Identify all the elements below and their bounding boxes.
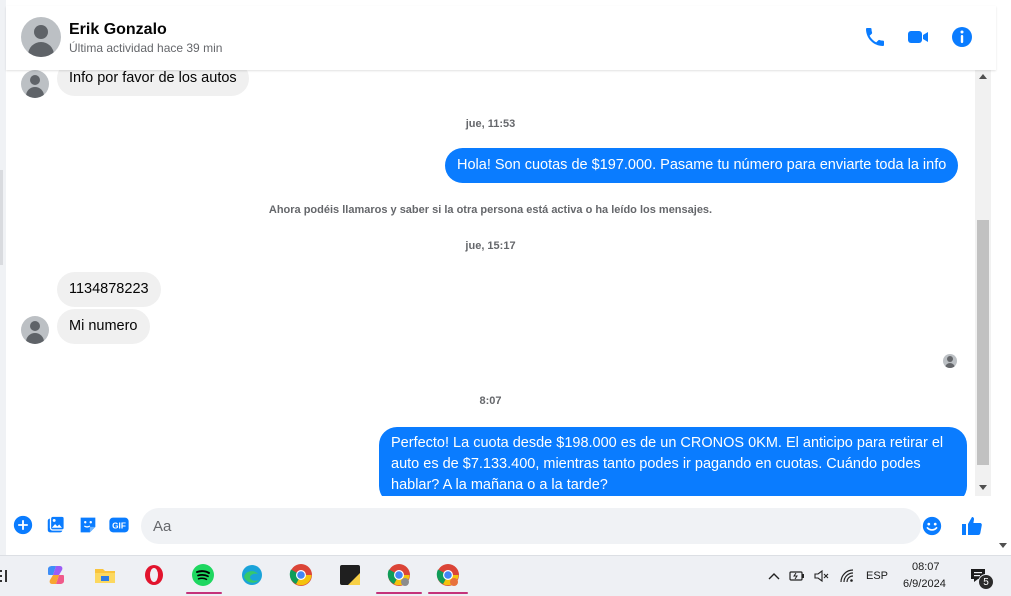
chrome-running-indicator — [376, 592, 422, 594]
seen-indicator-avatar — [943, 354, 957, 368]
timestamp: jue, 15:17 — [465, 240, 516, 252]
message-input[interactable] — [141, 508, 921, 544]
incoming-message[interactable]: 1134878223 — [57, 272, 161, 307]
scroll-up-arrow-icon[interactable] — [979, 74, 987, 79]
page-scrollbar[interactable] — [996, 0, 1011, 555]
scrollbar-thumb[interactable] — [977, 220, 989, 465]
info-icon[interactable] — [950, 25, 974, 49]
sender-avatar[interactable] — [21, 316, 49, 344]
chrome-icon[interactable] — [289, 563, 313, 587]
scroll-down-arrow-icon[interactable] — [979, 485, 987, 490]
messenger-window: Erik Gonzalo Última actividad hace 39 mi… — [0, 0, 1011, 596]
wifi-icon[interactable] — [839, 568, 855, 584]
notification-count-badge: 5 — [978, 574, 994, 590]
opera-browser-icon[interactable] — [142, 563, 166, 587]
spotify-icon[interactable] — [191, 563, 215, 587]
message-scrollbar[interactable] — [975, 70, 991, 496]
contact-avatar[interactable] — [21, 17, 61, 57]
contact-name[interactable]: Erik Gonzalo — [69, 21, 167, 39]
contact-status: Última actividad hace 39 min — [69, 41, 223, 55]
emoji-icon[interactable] — [921, 515, 943, 537]
thumbs-up-like-icon[interactable] — [960, 514, 984, 538]
chrome-2-running-indicator — [428, 592, 468, 594]
clock-time[interactable]: 08:07 — [912, 561, 940, 573]
left-edge-mark — [0, 170, 3, 265]
outgoing-message[interactable]: Perfecto! La cuota desde $198.000 es de … — [379, 427, 967, 496]
sticker-icon[interactable] — [77, 514, 99, 536]
volume-muted-icon[interactable] — [813, 568, 829, 584]
clock-date[interactable]: 6/9/2024 — [903, 578, 946, 590]
page-scroll-down-icon[interactable] — [999, 543, 1007, 548]
outgoing-message[interactable]: Hola! Son cuotas de $197.000. Pasame tu … — [445, 148, 959, 183]
chrome-profile-icon[interactable] — [387, 563, 411, 587]
gif-icon[interactable]: GIF — [108, 514, 130, 536]
show-hidden-icons-chevron-icon[interactable] — [766, 568, 782, 584]
timestamp: 8:07 — [479, 395, 502, 407]
conversation-header: Erik Gonzalo Última actividad hace 39 mi… — [6, 6, 996, 70]
message-list[interactable]: Info por favor de los autos jue, 11:53 H… — [6, 70, 975, 496]
system-notice: Ahora podéis llamaros y saber si la otra… — [268, 204, 713, 216]
chrome-profile-2-icon[interactable] — [436, 563, 460, 587]
task-view-icon[interactable] — [0, 567, 12, 585]
file-explorer-icon[interactable] — [93, 563, 117, 587]
sticky-notes-icon[interactable] — [338, 563, 362, 587]
sender-avatar[interactable] — [21, 70, 49, 98]
incoming-message[interactable]: Info por favor de los autos — [57, 70, 249, 96]
timestamp: jue, 11:53 — [465, 118, 516, 130]
incoming-message[interactable]: Mi numero — [57, 309, 150, 344]
attach-photo-icon[interactable] — [45, 514, 67, 536]
input-language-indicator[interactable]: ESP — [866, 570, 888, 582]
phone-call-icon[interactable] — [863, 25, 887, 49]
battery-icon[interactable] — [789, 568, 805, 584]
edge-browser-icon[interactable] — [240, 563, 264, 587]
spotify-running-indicator — [186, 592, 222, 594]
more-actions-plus-icon[interactable] — [12, 514, 34, 536]
copilot-icon[interactable] — [44, 563, 68, 587]
svg-text:GIF: GIF — [112, 522, 126, 531]
message-composer: GIF — [6, 500, 996, 552]
video-call-icon[interactable] — [906, 25, 930, 49]
